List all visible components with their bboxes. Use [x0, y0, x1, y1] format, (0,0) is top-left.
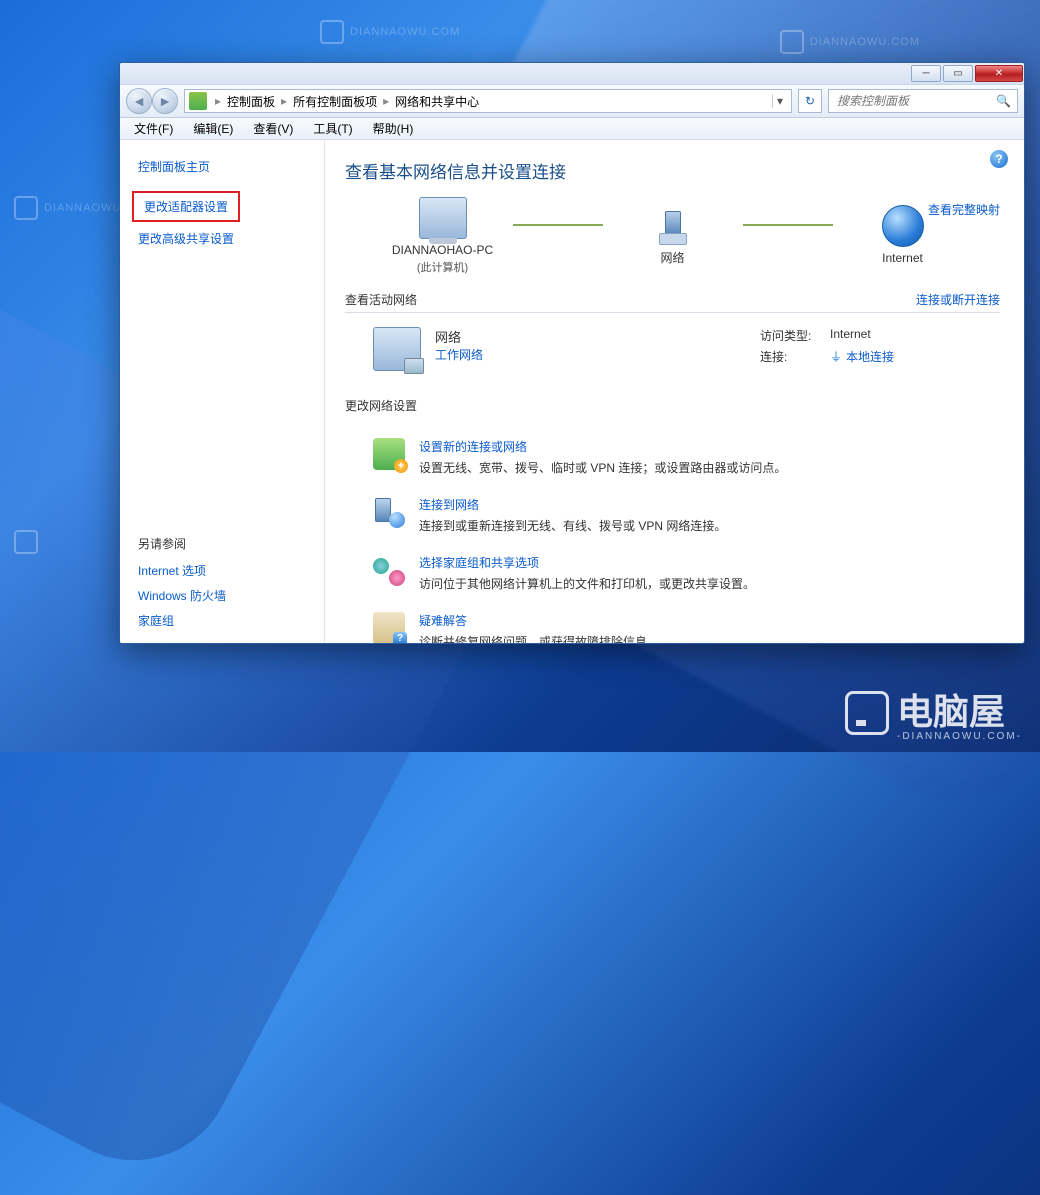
menu-view[interactable]: 查看(V): [245, 118, 301, 139]
menu-edit[interactable]: 编辑(E): [185, 118, 241, 139]
watermark-brand: 电脑屋 -DIANNAOWU.COM-: [845, 683, 1022, 742]
connection-line: [513, 224, 603, 226]
breadcrumb-dropdown[interactable]: ▾: [772, 94, 787, 108]
breadcrumb-root[interactable]: 控制面板: [223, 93, 279, 110]
node-this-computer[interactable]: DIANNAOHAO-PC (此计算机): [373, 197, 513, 275]
active-network-row: 网络 工作网络 访问类型: Internet 连接: ⏚本地连接: [345, 321, 1000, 381]
connect-disconnect-link[interactable]: 连接或断开连接: [916, 291, 1000, 308]
watermark-url: DIANNAOWU.COM: [350, 26, 460, 38]
close-button[interactable]: ✕: [975, 65, 1023, 82]
sidebar: 控制面板主页 更改适配器设置 更改高级共享设置 另请参阅 Internet 选项…: [120, 140, 325, 643]
titlebar: ─ ▭ ✕: [120, 63, 1024, 85]
nav-forward-button[interactable]: ►: [152, 88, 178, 114]
refresh-button[interactable]: ↻: [798, 89, 822, 113]
network-icon: [655, 205, 691, 247]
connections-label: 连接:: [760, 348, 830, 365]
sidebar-control-panel-home[interactable]: 控制面板主页: [138, 154, 324, 179]
task-troubleshoot[interactable]: 疑难解答 诊断并修复网络问题，或获得故障排除信息。: [373, 604, 1000, 643]
page-title: 查看基本网络信息并设置连接: [345, 158, 1000, 183]
breadcrumb-level1[interactable]: 所有控制面板项: [289, 93, 381, 110]
sidebar-advanced-sharing[interactable]: 更改高级共享设置: [138, 226, 324, 251]
view-full-map-link[interactable]: 查看完整映射: [928, 201, 1000, 218]
active-network-icon: [373, 327, 421, 371]
active-network-name: 网络: [435, 327, 655, 346]
search-box[interactable]: 🔍: [828, 89, 1018, 113]
content-pane: ? 查看基本网络信息并设置连接 查看完整映射 DIANNAOHAO-PC (此计…: [325, 140, 1024, 643]
maximize-button[interactable]: ▭: [943, 65, 973, 82]
nav-back-button[interactable]: ◄: [126, 88, 152, 114]
computer-icon: [419, 197, 467, 239]
network-map: 查看完整映射 DIANNAOHAO-PC (此计算机) 网络 Internet: [345, 197, 1000, 275]
task-setup-new-connection[interactable]: 设置新的连接或网络 设置无线、宽带、拨号、临时或 VPN 连接；或设置路由器或访…: [373, 430, 1000, 488]
local-connection-link[interactable]: ⏚本地连接: [830, 348, 1000, 365]
see-also-homegroup[interactable]: 家庭组: [138, 608, 324, 633]
connection-line: [743, 224, 833, 226]
active-networks-header: 查看活动网络 连接或断开连接: [345, 285, 1000, 313]
access-type-value: Internet: [830, 327, 1000, 344]
sidebar-change-adapter-settings[interactable]: 更改适配器设置: [132, 191, 240, 222]
breadcrumb[interactable]: ▸ 控制面板 ▸ 所有控制面板项 ▸ 网络和共享中心 ▾: [184, 89, 792, 113]
search-input[interactable]: [835, 93, 996, 109]
menu-tools[interactable]: 工具(T): [305, 118, 360, 139]
menu-help[interactable]: 帮助(H): [365, 118, 422, 139]
task-connect-network[interactable]: 连接到网络 连接到或重新连接到无线、有线、拨号或 VPN 网络连接。: [373, 488, 1000, 546]
ethernet-icon: ⏚: [830, 348, 842, 360]
change-settings-header: 更改网络设置: [345, 391, 1000, 418]
globe-icon: [882, 205, 924, 247]
search-icon: 🔍: [996, 94, 1011, 108]
see-also-header: 另请参阅: [138, 535, 324, 552]
connect-network-icon: [373, 496, 405, 528]
minimize-button[interactable]: ─: [911, 65, 941, 82]
node-network[interactable]: 网络: [603, 205, 743, 267]
plus-network-icon: [373, 438, 405, 470]
help-icon[interactable]: ?: [990, 150, 1008, 168]
troubleshoot-icon: [373, 612, 405, 643]
active-network-type-link[interactable]: 工作网络: [435, 348, 483, 362]
network-sharing-center-window: ─ ▭ ✕ ◄ ► ▸ 控制面板 ▸ 所有控制面板项 ▸ 网络和共享中心 ▾ ↻…: [119, 62, 1025, 644]
breadcrumb-current[interactable]: 网络和共享中心: [391, 93, 483, 110]
task-homegroup-sharing[interactable]: 选择家庭组和共享选项 访问位于其他网络计算机上的文件和打印机，或更改共享设置。: [373, 546, 1000, 604]
control-panel-icon: [189, 92, 207, 110]
menu-bar: 文件(F) 编辑(E) 查看(V) 工具(T) 帮助(H): [120, 118, 1024, 140]
watermark-url: DIANNAOWU.COM: [810, 36, 920, 48]
homegroup-icon: [373, 554, 405, 586]
address-bar: ◄ ► ▸ 控制面板 ▸ 所有控制面板项 ▸ 网络和共享中心 ▾ ↻ 🔍: [120, 85, 1024, 118]
see-also-internet-options[interactable]: Internet 选项: [138, 558, 324, 583]
access-type-label: 访问类型:: [760, 327, 830, 344]
see-also-firewall[interactable]: Windows 防火墙: [138, 583, 324, 608]
menu-file[interactable]: 文件(F): [126, 118, 181, 139]
